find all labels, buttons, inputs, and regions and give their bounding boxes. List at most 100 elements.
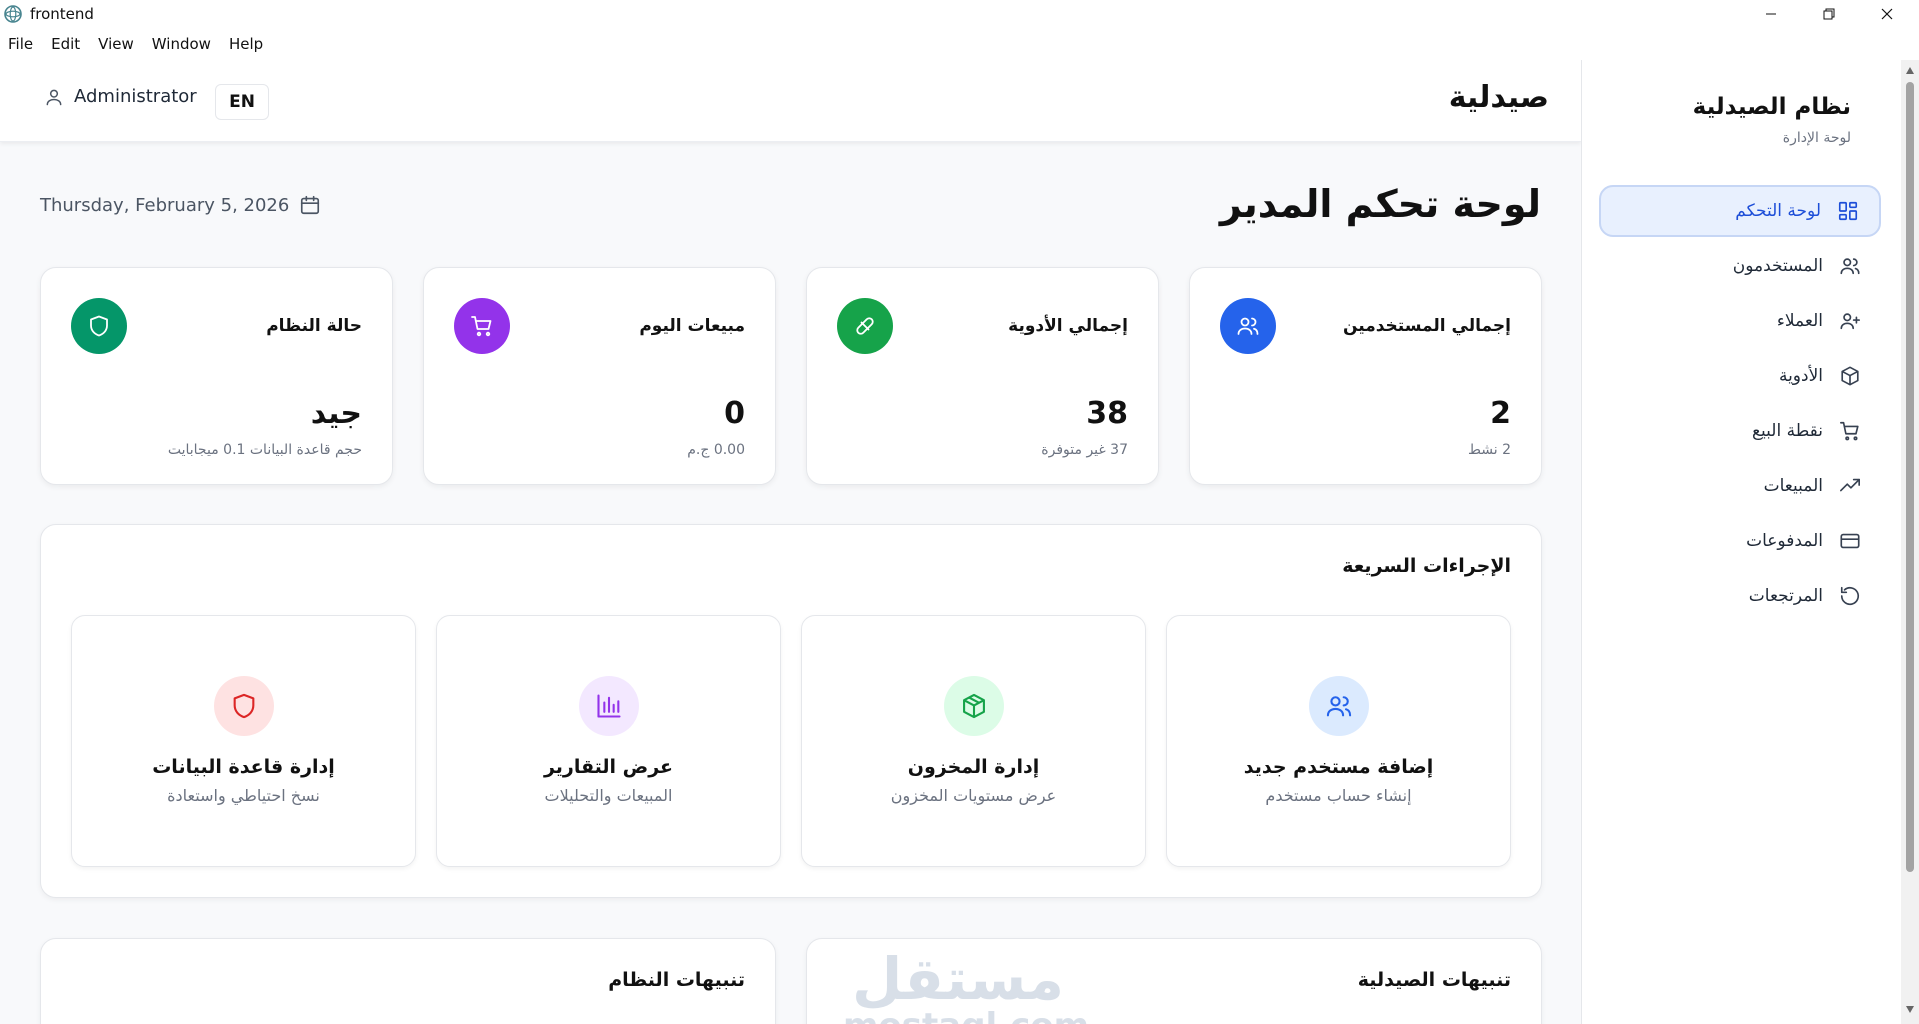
stat-value: 0 xyxy=(724,396,745,431)
sidebar-item-label: نقطة البيع xyxy=(1751,421,1823,441)
stat-title: إجمالي المستخدمين xyxy=(1342,316,1511,336)
quick-action-manage-database[interactable]: إدارة قاعدة البيانات نسخ احتياطي واستعاد… xyxy=(71,615,416,867)
watermark: مستقل mostaql.com xyxy=(843,945,1089,1024)
users-icon xyxy=(1326,696,1352,717)
credit-card-icon xyxy=(1840,533,1860,549)
stat-card-total-medicines: إجمالي الأدوية 38 37 غير متوفرة xyxy=(806,267,1159,485)
stat-subtext: 2 نشط xyxy=(1467,442,1511,458)
close-button[interactable] xyxy=(1858,0,1916,28)
menu-edit[interactable]: Edit xyxy=(51,35,80,53)
minimize-icon xyxy=(1766,13,1776,15)
menu-bar: File Edit View Window Help xyxy=(0,28,1919,60)
stat-value: 38 xyxy=(1086,396,1128,431)
sidebar-item-returns[interactable]: المرتجعات xyxy=(1599,570,1881,622)
menu-file[interactable]: File xyxy=(8,35,33,53)
quick-actions-panel: الإجراءات السريعة إضافة مستخدم جديد إنشا… xyxy=(40,524,1542,898)
qa-title: إضافة مستخدم جديد xyxy=(1243,756,1434,778)
qa-title: إدارة المخزون xyxy=(907,756,1040,778)
dashboard-icon xyxy=(1838,201,1858,221)
stat-icon-circle xyxy=(1220,298,1276,354)
sidebar-item-label: المدفوعات xyxy=(1746,531,1823,551)
sidebar-item-payments[interactable]: المدفوعات xyxy=(1599,515,1881,567)
user-plus-icon xyxy=(1840,313,1860,330)
sidebar-app-name: نظام الصيدلية xyxy=(1692,94,1851,120)
sidebar: نظام الصيدلية لوحة الإدارة لوحة التحكم ا… xyxy=(1581,60,1901,1024)
qa-icon-circle xyxy=(214,676,274,736)
sidebar-item-label: المرتجعات xyxy=(1748,586,1823,606)
stat-card-system-status: حالة النظام جيد حجم قاعدة البيانات 0.1 م… xyxy=(40,267,393,485)
app-icon xyxy=(4,5,22,23)
sidebar-item-label: لوحة التحكم xyxy=(1735,201,1821,221)
window-title: frontend xyxy=(30,5,94,23)
restore-button[interactable] xyxy=(1800,0,1858,28)
sidebar-item-sales[interactable]: المبيعات xyxy=(1599,460,1881,512)
sidebar-app-subtitle: لوحة الإدارة xyxy=(1782,130,1851,146)
vertical-scrollbar[interactable] xyxy=(1901,60,1919,1024)
stat-subtext: 0.00 ج.م xyxy=(687,442,745,458)
sidebar-item-label: المستخدمون xyxy=(1732,256,1823,276)
restore-icon xyxy=(1823,8,1835,20)
sidebar-item-point-of-sale[interactable]: نقطة البيع xyxy=(1599,405,1881,457)
cart-icon xyxy=(1840,421,1859,441)
sidebar-item-medicines[interactable]: الأدوية xyxy=(1599,350,1881,402)
window-titlebar: frontend xyxy=(0,0,1919,28)
qa-subtitle: عرض مستويات المخزون xyxy=(890,786,1057,805)
user-menu[interactable]: Administrator xyxy=(44,86,197,107)
stat-icon-circle xyxy=(454,298,510,354)
current-date: Thursday, February 5, 2026 xyxy=(40,194,290,216)
sidebar-item-customers[interactable]: العملاء xyxy=(1599,295,1881,347)
qa-subtitle: نسخ احتياطي واستعادة xyxy=(167,786,320,805)
qa-title: إدارة قاعدة البيانات xyxy=(152,756,335,778)
language-toggle-button[interactable]: EN xyxy=(215,84,269,120)
undo-icon xyxy=(1840,586,1860,606)
sidebar-item-label: المبيعات xyxy=(1763,476,1823,496)
menu-help[interactable]: Help xyxy=(229,35,263,53)
users-icon xyxy=(1840,258,1860,275)
stat-value: جيد xyxy=(310,396,362,431)
shield-icon xyxy=(233,693,255,719)
trending-up-icon xyxy=(1840,478,1860,492)
quick-action-manage-inventory[interactable]: إدارة المخزون عرض مستويات المخزون xyxy=(801,615,1146,867)
sidebar-item-label: العملاء xyxy=(1776,311,1823,331)
stat-title: حالة النظام xyxy=(266,316,362,336)
qa-icon-circle xyxy=(579,676,639,736)
stat-subtext: حجم قاعدة البيانات 0.1 ميجابايت xyxy=(167,442,362,458)
box-icon xyxy=(963,693,985,719)
scroll-down-arrow-icon[interactable] xyxy=(1905,1004,1915,1014)
qa-subtitle: المبيعات والتحليلات xyxy=(544,786,673,805)
stat-subtext: 37 غير متوفرة xyxy=(1041,442,1128,458)
calendar-icon xyxy=(301,195,320,215)
sidebar-item-dashboard[interactable]: لوحة التحكم xyxy=(1599,185,1881,237)
pharmacy-alerts-title: تنبيهات الصيدلية xyxy=(1357,969,1511,991)
stat-title: مبيعات اليوم xyxy=(639,316,745,336)
stat-card-total-users: إجمالي المستخدمين 2 2 نشط xyxy=(1189,267,1542,485)
bar-chart-icon xyxy=(597,694,621,718)
scrollbar-thumb[interactable] xyxy=(1906,82,1914,872)
date-display: Thursday, February 5, 2026 xyxy=(40,194,321,216)
page-title: لوحة تحكم المدير xyxy=(1219,182,1541,226)
pill-icon xyxy=(856,317,874,335)
watermark-latin: mostaql.com xyxy=(843,1008,1089,1024)
shield-icon xyxy=(90,315,108,337)
user-icon xyxy=(46,89,62,105)
sidebar-item-users[interactable]: المستخدمون xyxy=(1599,240,1881,292)
brand-title: صيدلية xyxy=(1448,80,1549,115)
users-icon xyxy=(1237,317,1259,335)
stat-title: إجمالي الأدوية xyxy=(1008,316,1128,336)
qa-icon-circle xyxy=(944,676,1004,736)
quick-actions-title: الإجراءات السريعة xyxy=(1342,555,1511,577)
qa-icon-circle xyxy=(1309,676,1369,736)
minimize-button[interactable] xyxy=(1742,0,1800,28)
main-content: Administrator EN صيدلية لوحة تحكم المدير… xyxy=(0,60,1581,1024)
stat-value: 2 xyxy=(1490,396,1511,431)
quick-action-add-user[interactable]: إضافة مستخدم جديد إنشاء حساب مستخدم xyxy=(1166,615,1511,867)
stat-icon-circle xyxy=(71,298,127,354)
scroll-up-arrow-icon[interactable] xyxy=(1905,66,1915,76)
box-icon xyxy=(1841,366,1859,386)
qa-title: عرض التقارير xyxy=(543,756,674,778)
quick-action-view-reports[interactable]: عرض التقارير المبيعات والتحليلات xyxy=(436,615,781,867)
menu-view[interactable]: View xyxy=(98,35,134,53)
watermark-arabic: مستقل xyxy=(851,945,1065,1013)
user-name: Administrator xyxy=(74,86,197,107)
menu-window[interactable]: Window xyxy=(152,35,211,53)
